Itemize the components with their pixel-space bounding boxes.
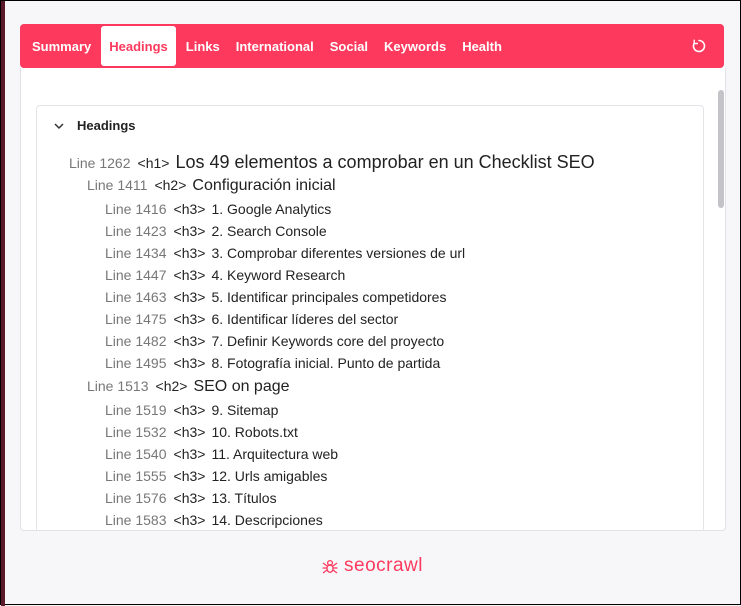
heading-row: Line 1555 <h3> 12. Urls amigables	[105, 468, 327, 484]
heading-tag: <h3>	[173, 446, 206, 462]
heading-tag: <h3>	[173, 267, 206, 283]
heading-text: 1. Google Analytics	[211, 201, 332, 217]
heading-text: 7. Definir Keywords core del proyecto	[211, 333, 445, 349]
heading-text: Los 49 elementos a comprobar en un Check…	[175, 152, 595, 172]
heading-text: 13. Títulos	[211, 490, 277, 506]
heading-row: Line 1434 <h3> 3. Comprobar diferentes ver…	[105, 245, 465, 261]
heading-row: Line 1262 <h1> Los 49 elementos a comproba…	[69, 152, 595, 173]
heading-text: 10. Robots.txt	[211, 424, 298, 440]
line-number: Line 1532	[105, 424, 167, 440]
heading-tag: <h3>	[173, 223, 206, 239]
heading-row: Line 1583 <h3> 14. Descripciones	[105, 512, 323, 528]
heading-tag: <h2>	[155, 378, 188, 394]
line-number: Line 1447	[105, 267, 167, 283]
line-number: Line 1475	[105, 311, 167, 327]
line-number: Line 1583	[105, 512, 167, 528]
tab-headings[interactable]: Headings	[101, 26, 176, 66]
heading-tag: <h3>	[173, 424, 206, 440]
heading-tag: <h3>	[173, 333, 206, 349]
background-strip	[1, 1, 5, 606]
tab-international[interactable]: International	[228, 26, 322, 66]
heading-row: Line 1532 <h3> 10. Robots.txt	[105, 424, 298, 440]
heading-row: Line 1475 <h3> 6. Identificar líderes del …	[105, 311, 398, 327]
headings-title: Headings	[77, 118, 136, 133]
heading-text: 3. Comprobar diferentes versiones de url	[211, 245, 466, 261]
heading-row: Line 1447 <h3> 4. Keyword Research	[105, 267, 345, 283]
heading-tag: <h3>	[173, 355, 206, 371]
line-number: Line 1513	[87, 378, 149, 394]
heading-text: 11. Arquitectura web	[211, 446, 339, 462]
line-number: Line 1540	[105, 446, 167, 462]
line-number: Line 1423	[105, 223, 167, 239]
spider-logo-icon	[322, 559, 338, 574]
line-number: Line 1555	[105, 468, 167, 484]
heading-tag: <h3>	[173, 402, 206, 418]
heading-tag: <h3>	[173, 490, 206, 506]
tab-summary[interactable]: Summary	[24, 26, 99, 66]
heading-tag: <h3>	[173, 201, 206, 217]
heading-text: Configuración inicial	[192, 177, 336, 194]
brand-logo: seocrawl	[320, 555, 423, 577]
chevron-down-icon	[54, 122, 64, 129]
heading-tag: <h1>	[137, 155, 170, 171]
line-number: Line 1576	[105, 490, 167, 506]
heading-text: 2. Search Console	[211, 223, 327, 239]
heading-row: Line 1495 <h3> 8. Fotografía inicial. Punt…	[105, 355, 440, 371]
heading-row: Line 1423 <h3> 2. Search Console	[105, 223, 327, 239]
heading-row: Line 1576 <h3> 13. Títulos	[105, 490, 277, 506]
headings-toggle[interactable]: Headings	[53, 118, 136, 133]
heading-text: 4. Keyword Research	[211, 267, 346, 283]
line-number: Line 1495	[105, 355, 167, 371]
heading-row: Line 1463 <h3> 5. Identificar principales …	[105, 289, 446, 305]
heading-row: Line 1411 <h2> Configuración inicial	[87, 177, 336, 195]
heading-text: 6. Identificar líderes del sector	[211, 311, 399, 327]
tab-bar: Summary Headings Links International Soc…	[20, 24, 724, 68]
scrollbar-thumb[interactable]	[718, 90, 724, 208]
tab-social[interactable]: Social	[322, 26, 376, 66]
heading-tag: <h2>	[154, 177, 187, 193]
line-number: Line 1482	[105, 333, 167, 349]
heading-text: 9. Sitemap	[211, 402, 279, 418]
heading-row: Line 1513 <h2> SEO on page	[87, 378, 290, 396]
line-number: Line 1411	[87, 177, 148, 193]
line-number: Line 1519	[105, 402, 167, 418]
heading-row: Line 1540 <h3> 11. Arquitectura web	[105, 446, 338, 462]
refresh-icon[interactable]	[692, 39, 706, 53]
headings-card: Headings Line 1262 <h1> Los 49 elementos a…	[36, 105, 704, 530]
line-number: Line 1434	[105, 245, 167, 261]
heading-text: 12. Urls amigables	[211, 468, 328, 484]
heading-tag: <h3>	[173, 289, 206, 305]
line-number: Line 1416	[105, 201, 167, 217]
heading-tag: <h3>	[173, 245, 206, 261]
brand-name: seocrawl	[344, 555, 423, 576]
line-number: Line 1463	[105, 289, 167, 305]
heading-row: Line 1482 <h3> 7. Definir Keywords core de…	[105, 333, 444, 349]
extension-window: Summary Headings Links International Soc…	[0, 0, 741, 606]
content-panel: Headings Line 1262 <h1> Los 49 elementos a…	[20, 68, 726, 531]
heading-text: SEO on page	[193, 378, 290, 395]
heading-text: 8. Fotografía inicial. Punto de partida	[211, 355, 441, 371]
heading-tag: <h3>	[173, 311, 206, 327]
heading-tag: <h3>	[173, 512, 206, 528]
tab-links[interactable]: Links	[178, 26, 228, 66]
footer: seocrawl	[1, 546, 741, 586]
heading-row: Line 1519 <h3> 9. Sitemap	[105, 402, 278, 418]
heading-row: Line 1416 <h3> 1. Google Analytics	[105, 201, 331, 217]
tab-keywords[interactable]: Keywords	[376, 26, 454, 66]
heading-text: 14. Descripciones	[211, 512, 323, 528]
heading-text: 5. Identificar principales competidores	[211, 289, 447, 305]
heading-tag: <h3>	[173, 468, 206, 484]
tab-health[interactable]: Health	[454, 26, 510, 66]
line-number: Line 1262	[69, 155, 131, 171]
